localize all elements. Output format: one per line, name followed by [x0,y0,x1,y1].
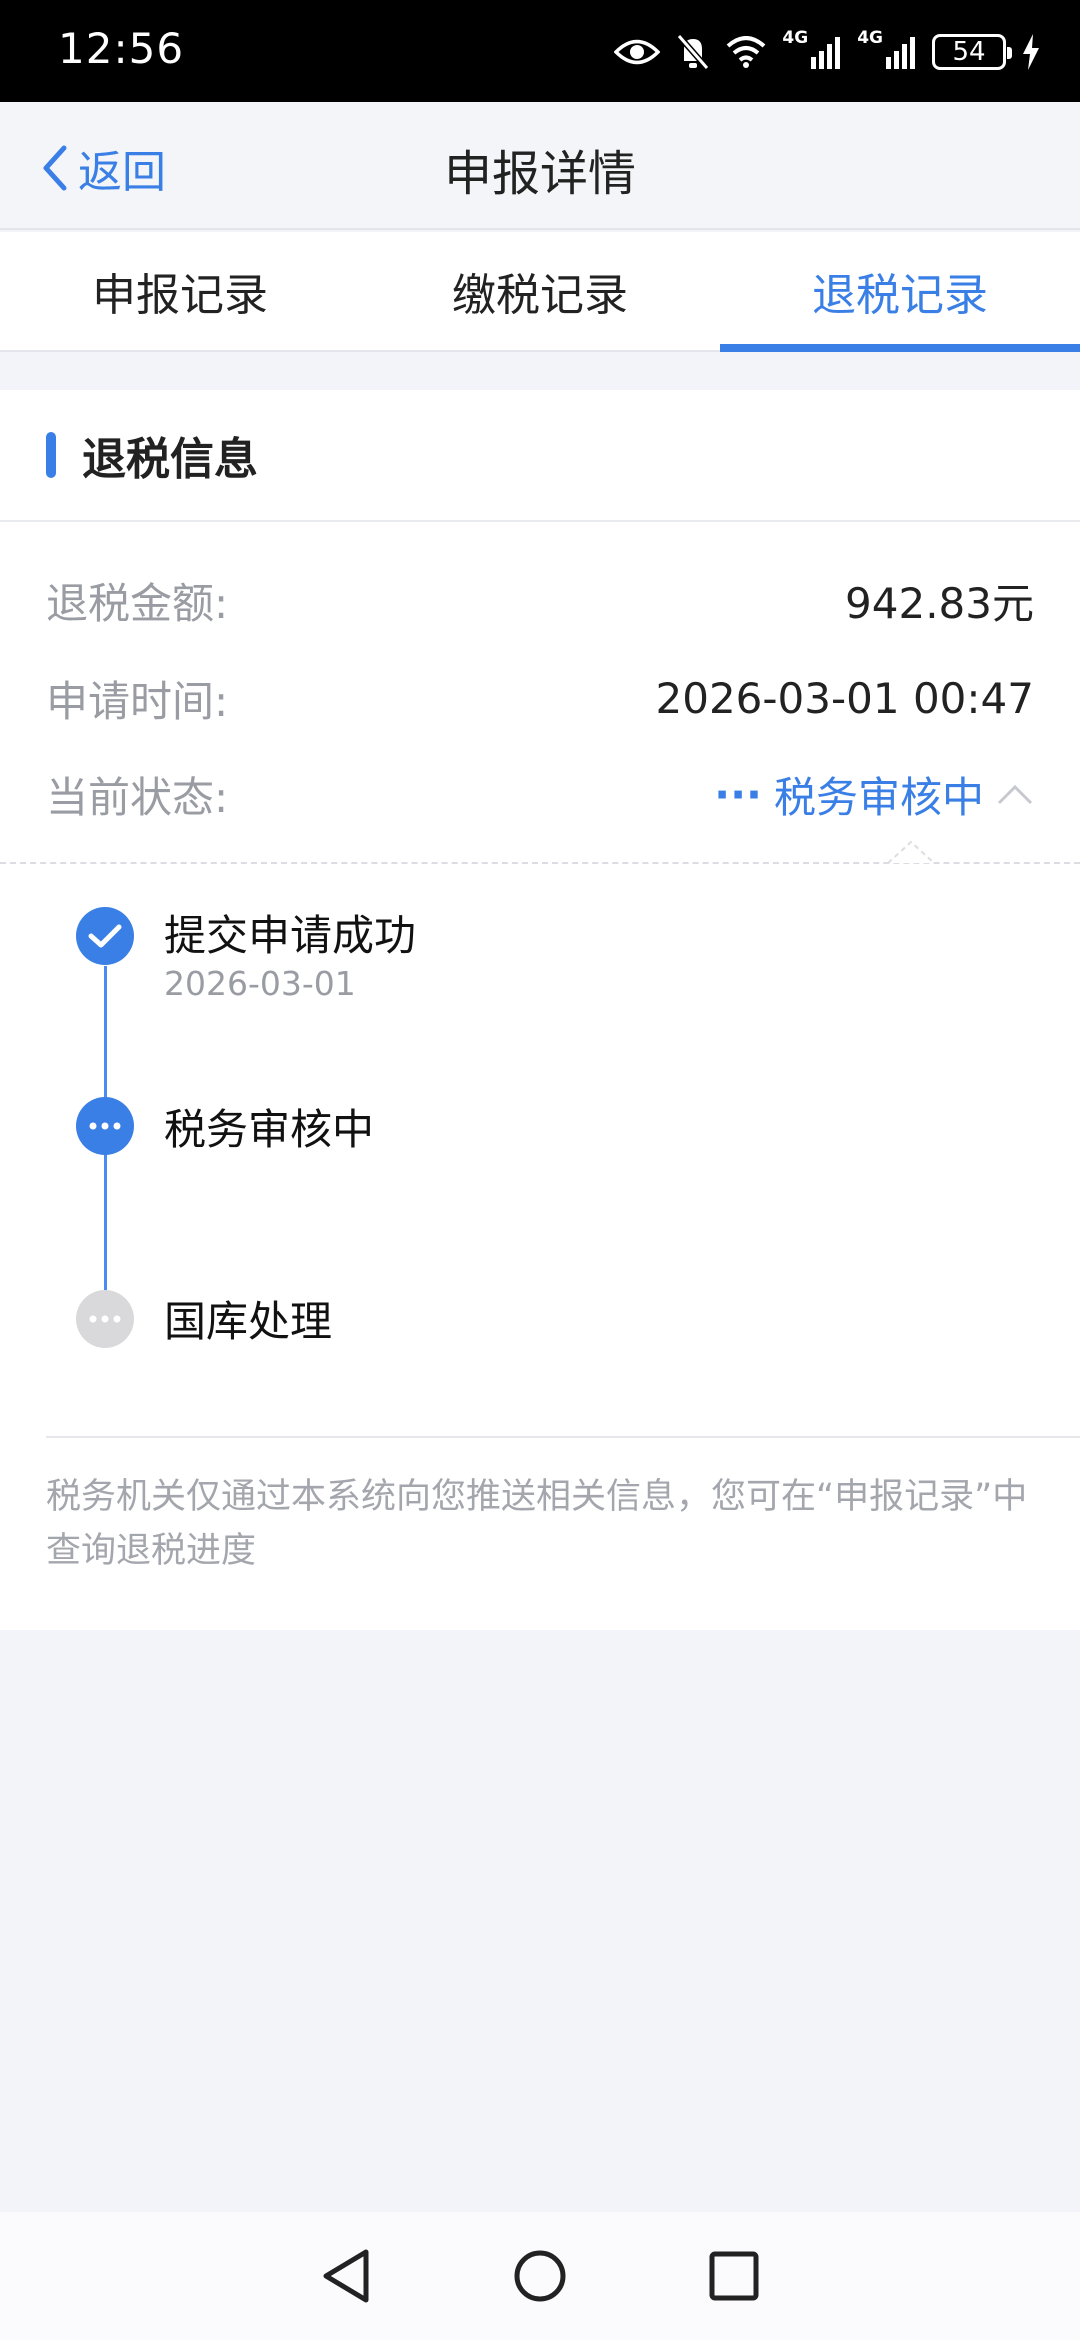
status-toggle[interactable]: ··· 税务审核中 [714,764,1034,825]
nav-recents-icon[interactable] [708,2250,760,2302]
refund-amount-label: 退税金额: [46,578,229,628]
timeline-connector [104,966,107,1116]
check-icon [88,924,122,948]
timeline-step-title: 税务审核中 [164,1105,375,1154]
refund-info-card: 退税信息 退税金额: 942.83元 申请时间: 2026-03-01 00:4… [0,390,1080,1630]
tab-refund-records[interactable]: 退税记录 [720,232,1080,352]
system-nav-bar [0,2212,1080,2340]
bell-off-icon [676,30,710,74]
timeline-step-pending [76,1290,134,1348]
section-title: 退税信息 [82,434,258,485]
status-bar: 12:56 4G 4G 54 [0,0,1080,102]
popover-caret [888,840,934,864]
timeline-step-title: 国库处理 [164,1297,333,1346]
timeline-step-done [76,907,134,965]
signal-icon: 4G [782,30,841,74]
section-header: 退税信息 [0,390,1080,522]
tab-payment-records[interactable]: 缴税记录 [360,232,720,350]
signal-icon: 4G [857,30,916,74]
more-dots-icon: ··· [714,769,762,819]
status-icons: 4G 4G 54 [614,28,1040,76]
charging-icon [1022,30,1040,74]
current-status-label: 当前状态: [46,772,229,822]
current-status-row: 当前状态: ··· 税务审核中 [46,764,1034,824]
status-time: 12:56 [58,24,185,73]
page-title: 申报详情 [443,146,636,202]
footer-note: 税务机关仅通过本系统向您推送相关信息，您可在“申报记录”中查询退税进度 [46,1477,1028,1571]
timeline-step-date: 2026-03-01 [164,964,356,1003]
battery-level: 54 [952,37,986,67]
refund-amount-row: 退税金额: 942.83元 [46,570,1034,630]
current-status-value: 税务审核中 [773,772,984,822]
chevron-up-icon [997,784,1033,805]
section-accent-bar [46,432,56,478]
header-bar: 返回 申报详情 [0,102,1080,230]
nav-home-icon[interactable] [512,2248,568,2304]
eye-icon [614,30,661,74]
apply-time-row: 申请时间: 2026-03-01 00:47 [46,668,1034,728]
wifi-icon [726,30,766,74]
refund-amount-value: 942.83元 [845,578,1034,628]
apply-time-label: 申请时间: [46,676,229,726]
timeline-step-title: 提交申请成功 [164,911,417,960]
apply-time-value: 2026-03-01 00:47 [655,673,1034,723]
divider [46,1436,1080,1438]
more-dots-icon [89,1315,121,1323]
tab-declaration-records[interactable]: 申报记录 [0,232,360,350]
more-dots-icon [89,1122,121,1130]
timeline-step-current [76,1097,134,1155]
nav-back-icon[interactable] [320,2248,372,2304]
tab-bar: 申报记录 缴税记录 退税记录 [0,232,1080,352]
battery-icon: 54 [932,34,1012,70]
